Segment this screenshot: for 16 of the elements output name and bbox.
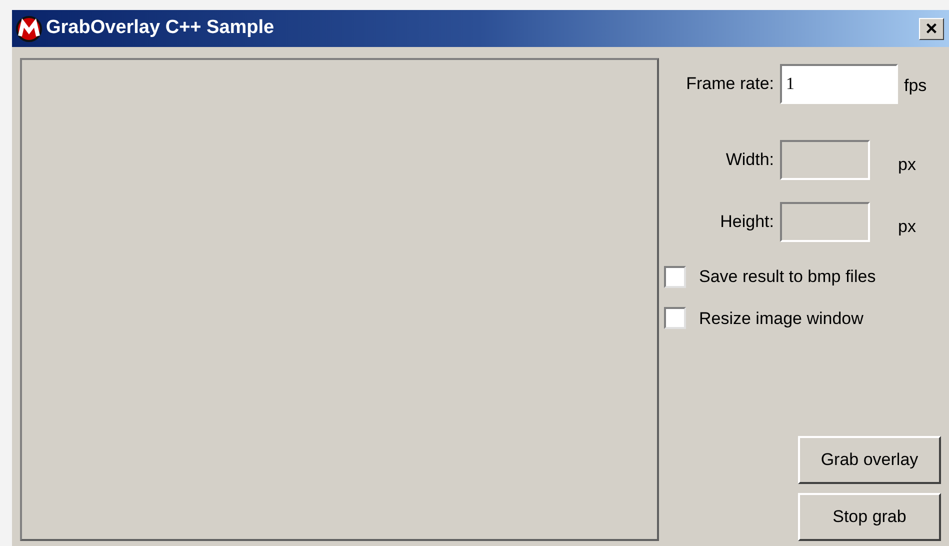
close-button[interactable]: ×: [919, 18, 944, 40]
app-logo-icon: [14, 16, 44, 42]
checkbox[interactable]: [664, 307, 686, 330]
checkbox-label: Save result to bmp files: [699, 266, 876, 288]
input-field[interactable]: 1: [780, 64, 898, 104]
field-label: Width:: [724, 149, 775, 172]
window-title: GrabOverlay C++ Sample: [46, 16, 276, 40]
action-button[interactable]: Grab overlay: [798, 436, 941, 484]
field-label: Frame rate:: [685, 73, 775, 96]
unit-label: px: [898, 216, 916, 238]
unit-label: px: [898, 154, 916, 176]
checkbox-label: Resize image window: [699, 308, 864, 330]
unit-label: fps: [904, 75, 927, 98]
checkbox[interactable]: [664, 266, 686, 288]
field-label: Height:: [719, 211, 775, 234]
action-button[interactable]: Stop grab: [798, 493, 941, 541]
